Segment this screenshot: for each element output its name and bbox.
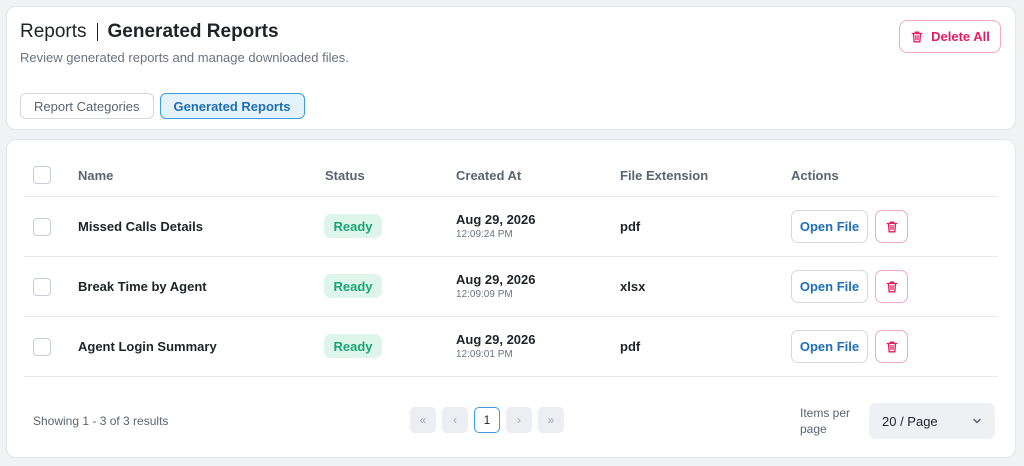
reports-table-card: Name Status Created At File Extension Ac… [6,139,1016,458]
column-header-file-extension: File Extension [620,168,709,183]
page-number-button[interactable]: 1 [474,407,500,433]
trash-icon [886,341,897,352]
table-row: Break Time by Agent Ready Aug 29, 2026 1… [24,257,998,317]
created-date: Aug 29, 2026 [456,212,536,227]
created-at: Aug 29, 2026 12:09:01 PM [456,332,536,360]
delete-all-button[interactable]: Delete All [899,20,1001,53]
delete-row-button[interactable] [875,330,908,363]
created-date: Aug 29, 2026 [456,272,536,287]
pagination: « ‹ 1 › » [410,407,564,433]
trash-icon [886,221,897,232]
prev-page-button[interactable]: ‹ [442,407,468,433]
table-row: Agent Login Summary Ready Aug 29, 2026 1… [24,317,998,377]
table-row: Missed Calls Details Ready Aug 29, 2026 … [24,197,998,257]
delete-row-button[interactable] [875,270,908,303]
page-header-card: Reports Generated Reports Review generat… [6,6,1016,130]
tab-generated-reports[interactable]: Generated Reports [159,93,305,119]
open-file-button[interactable]: Open File [791,210,868,243]
column-header-status: Status [325,168,365,183]
page-subtitle: Review generated reports and manage down… [20,50,349,65]
trash-icon [911,31,923,42]
status-badge: Ready [324,214,382,238]
next-page-button[interactable]: › [506,407,532,433]
row-checkbox[interactable] [33,278,51,296]
created-at: Aug 29, 2026 12:09:09 PM [456,272,536,300]
created-date: Aug 29, 2026 [456,332,536,347]
chevron-down-icon [973,418,981,424]
row-checkbox[interactable] [33,338,51,356]
created-time: 12:09:24 PM [456,229,513,240]
delete-row-button[interactable] [875,210,908,243]
column-header-name: Name [78,168,114,183]
status-badge: Ready [324,334,382,358]
select-all-checkbox[interactable] [33,166,51,184]
file-extension: pdf [620,339,641,354]
trash-icon [886,281,897,292]
items-per-page-label: Items per page [800,406,851,436]
status-badge: Ready [324,274,382,298]
file-extension: pdf [620,219,641,234]
file-extension: xlsx [620,279,646,294]
report-name: Missed Calls Details [78,219,203,234]
report-name: Agent Login Summary [78,339,217,354]
page-title-text: Generated Reports [107,21,279,42]
first-page-button[interactable]: « [410,407,436,433]
row-checkbox[interactable] [33,218,51,236]
column-header-actions: Actions [791,168,839,183]
last-page-button[interactable]: » [538,407,564,433]
created-time: 12:09:09 PM [456,289,513,300]
column-header-created-at: Created At [456,168,522,183]
open-file-button[interactable]: Open File [791,270,868,303]
tab-bar: Report Categories Generated Reports [20,93,305,119]
page-title: Reports Generated Reports [20,21,279,43]
breadcrumb-root: Reports [20,21,87,42]
tab-report-categories[interactable]: Report Categories [20,93,154,119]
page-size-value: 20 / Page [882,413,938,429]
delete-all-label: Delete All [931,29,990,44]
created-at: Aug 29, 2026 12:09:24 PM [456,212,536,240]
table-header: Name Status Created At File Extension Ac… [24,154,998,197]
title-separator [96,23,98,41]
results-summary: Showing 1 - 3 of 3 results [33,414,169,428]
page-size-select[interactable]: 20 / Page [869,403,995,439]
open-file-button[interactable]: Open File [791,330,868,363]
created-time: 12:09:01 PM [456,349,513,360]
report-name: Break Time by Agent [78,279,207,294]
